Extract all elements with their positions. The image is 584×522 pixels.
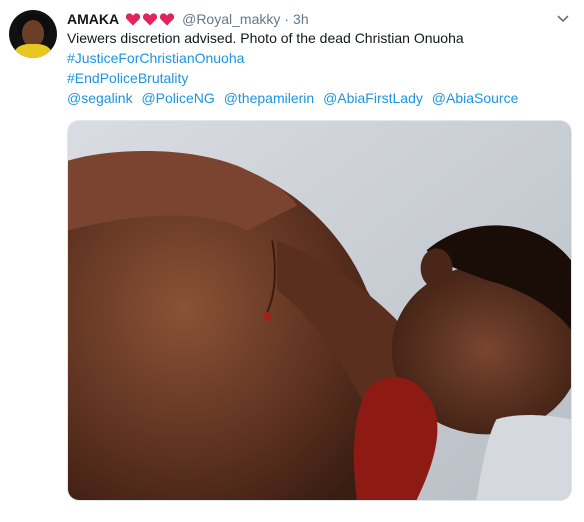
red-heart-icon [126, 13, 141, 26]
user-handle[interactable]: @Royal_makky [182, 11, 280, 27]
display-name[interactable]: AMAKA [67, 11, 119, 27]
mention-link[interactable]: @AbiaFirstLady [323, 90, 423, 106]
separator-dot: · [284, 11, 290, 27]
tweet-card[interactable]: AMAKA @Royal_makky · 3h Viewers discreti… [0, 0, 584, 522]
red-heart-icon [143, 13, 158, 26]
avatar-face [22, 20, 44, 46]
avatar[interactable] [9, 10, 57, 58]
tweet-text-line: Viewers discretion advised. Photo of the… [67, 30, 464, 46]
hashtag-link[interactable]: #JusticeForChristianOnuoha [67, 48, 567, 68]
mention-link[interactable]: @PoliceNG [141, 90, 214, 106]
chevron-down-icon[interactable] [556, 12, 570, 26]
hashtag-link[interactable]: #EndPoliceBrutality [67, 68, 567, 88]
red-heart-icon [160, 13, 175, 26]
mention-link[interactable]: @AbiaSource [432, 90, 519, 106]
heart-emojis [125, 11, 175, 27]
tweet-text: Viewers discretion advised. Photo of the… [67, 28, 567, 108]
tweet-header: AMAKA @Royal_makky · 3h [67, 9, 309, 29]
mention-link[interactable]: @thepamilerin [224, 90, 314, 106]
avatar-shirt [15, 44, 51, 58]
tweet-photo[interactable] [67, 120, 572, 501]
timestamp[interactable]: 3h [293, 11, 309, 27]
photo-image [68, 121, 571, 500]
mention-link[interactable]: @segalink [67, 90, 133, 106]
mentions-line: @segalink @PoliceNG @thepamilerin @AbiaF… [67, 88, 567, 108]
